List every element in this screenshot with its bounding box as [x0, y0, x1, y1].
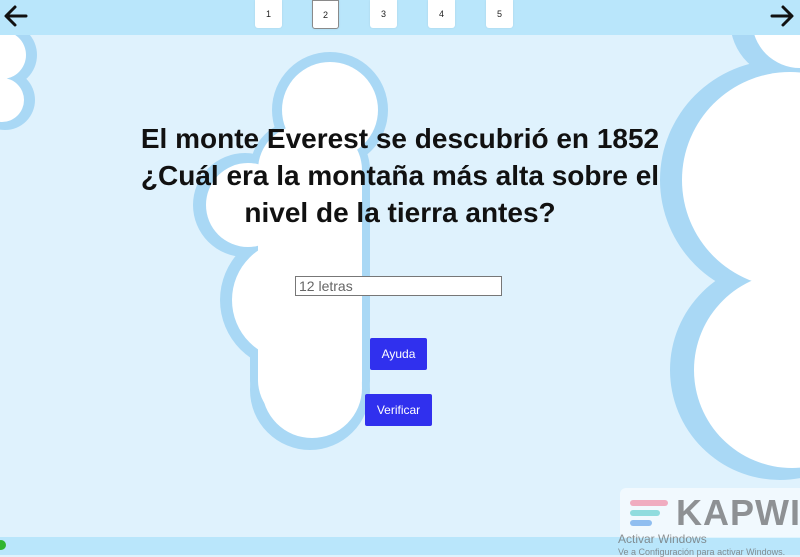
question-line-3: nivel de la tierra antes?	[244, 197, 556, 228]
prev-arrow-button[interactable]	[2, 3, 30, 29]
question-text: El monte Everest se descubrió en 1852 ¿C…	[120, 120, 680, 231]
brand-logo: KAPWI	[620, 488, 800, 538]
logo-text: KAPWI	[676, 492, 800, 533]
verify-button[interactable]: Verificar	[365, 394, 432, 426]
question-line-2: ¿Cuál era la montaña más alta sobre el	[140, 160, 660, 191]
watermark-subtitle: Ve a Configuración para activar Windows.	[618, 547, 786, 557]
logo-mark-icon	[630, 500, 668, 526]
page-button-1[interactable]: 1	[255, 0, 282, 28]
top-left-cloud	[0, 23, 37, 130]
right-cloud	[660, 0, 800, 480]
next-arrow-button[interactable]	[768, 3, 796, 29]
help-button[interactable]: Ayuda	[370, 338, 427, 370]
watermark-title: Activar Windows	[618, 532, 707, 546]
question-line-1: El monte Everest se descubrió en 1852	[140, 123, 660, 154]
arrow-left-icon	[4, 5, 28, 27]
page-button-4[interactable]: 4	[428, 0, 455, 28]
page-button-3[interactable]: 3	[370, 0, 397, 28]
top-bar	[0, 0, 800, 35]
page-button-2[interactable]: 2	[312, 0, 339, 29]
page-button-5[interactable]: 5	[486, 0, 513, 28]
arrow-right-icon	[770, 5, 794, 27]
answer-input[interactable]	[295, 276, 502, 296]
windows-activation-watermark: Activar Windows Ve a Configuración para …	[618, 532, 800, 557]
center-cloud	[193, 52, 388, 450]
